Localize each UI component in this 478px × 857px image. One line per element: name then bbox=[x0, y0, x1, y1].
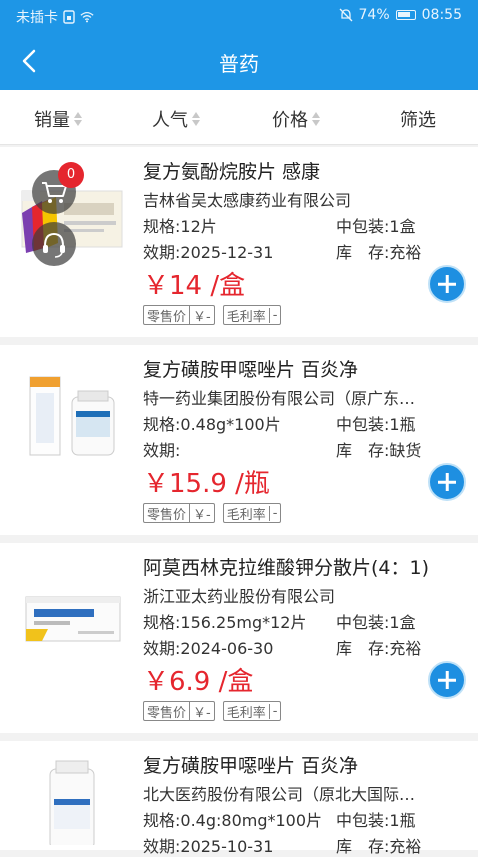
price-tags: 零售价 ￥- 毛利率 - bbox=[143, 305, 282, 325]
sort-bar: 销量 人气 价格 筛选 bbox=[0, 90, 478, 145]
mute-icon bbox=[339, 8, 352, 22]
product-price: ￥6.9 /盒 bbox=[143, 667, 254, 697]
product-card[interactable]: 复方磺胺甲噁唑片 百炎净 特一药业集团股份有限公司（原广东… 规格:0.48g*… bbox=[0, 345, 478, 535]
battery-icon bbox=[395, 10, 416, 20]
price-tags: 零售价 ￥- 毛利率 - bbox=[143, 503, 282, 523]
product-card[interactable]: 阿莫西林克拉维酸钾分散片(4：1) 浙江亚太药业股份有限公司 规格:156.25… bbox=[0, 543, 478, 733]
product-stock: 库 存:缺货 bbox=[336, 441, 422, 460]
retail-price-tag: 零售价 ￥- bbox=[143, 305, 215, 325]
product-pack: 中包装:1瓶 bbox=[336, 811, 416, 830]
product-name: 阿莫西林克拉维酸钾分散片(4：1) bbox=[143, 557, 430, 579]
sort-sales-label: 销量 bbox=[34, 110, 70, 131]
product-spec: 规格:12片 bbox=[143, 217, 217, 236]
product-stock: 库 存:充裕 bbox=[336, 837, 422, 856]
cart-count-badge: 0 bbox=[58, 162, 84, 188]
add-to-cart-button[interactable] bbox=[428, 661, 466, 699]
product-name: 复方氨酚烷胺片 感康 bbox=[143, 161, 321, 183]
product-image bbox=[29, 376, 115, 456]
customer-service-button[interactable] bbox=[32, 222, 76, 266]
sort-popularity-label: 人气 bbox=[152, 110, 188, 131]
product-name: 复方磺胺甲噁唑片 百炎净 bbox=[143, 755, 359, 777]
product-stock: 库 存:充裕 bbox=[336, 243, 422, 262]
product-stock: 库 存:充裕 bbox=[336, 639, 422, 658]
price-tags: 零售价 ￥- 毛利率 - bbox=[143, 701, 282, 721]
product-spec: 规格:156.25mg*12片 bbox=[143, 613, 307, 632]
sim-icon bbox=[63, 10, 75, 24]
product-price: ￥15.9 /瓶 bbox=[143, 469, 270, 499]
margin-tag: 毛利率 - bbox=[222, 305, 282, 325]
product-manufacturer: 北大医药股份有限公司（原北大国际… bbox=[143, 785, 416, 804]
retail-price-tag: 零售价 ￥- bbox=[143, 701, 215, 721]
margin-tag: 毛利率 - bbox=[222, 701, 282, 721]
sort-arrows-icon bbox=[192, 112, 200, 126]
product-spec: 规格:0.48g*100片 bbox=[143, 415, 281, 434]
product-manufacturer: 特一药业集团股份有限公司（原广东… bbox=[143, 389, 416, 408]
sort-price-label: 价格 bbox=[272, 110, 308, 131]
product-pack: 中包装:1盒 bbox=[336, 613, 416, 632]
page-title: 普药 bbox=[219, 52, 259, 76]
product-expiry: 效期:2025-12-31 bbox=[143, 243, 274, 262]
product-expiry: 效期:2024-06-30 bbox=[143, 639, 274, 658]
product-image bbox=[49, 760, 95, 845]
retail-price-tag: 零售价 ￥- bbox=[143, 503, 215, 523]
wifi-icon bbox=[80, 11, 94, 23]
product-image bbox=[25, 596, 121, 642]
nav-bar: 普药 bbox=[0, 32, 478, 90]
filter-button[interactable]: 筛选 bbox=[400, 106, 436, 132]
status-bar: 未插卡 74% 08:55 bbox=[0, 0, 478, 32]
carrier-text: 未插卡 bbox=[16, 10, 58, 26]
filter-label: 筛选 bbox=[400, 110, 436, 131]
product-spec: 规格:0.4g:80mg*100片 bbox=[143, 811, 323, 830]
headset-icon bbox=[43, 232, 65, 258]
sort-sales[interactable]: 销量 bbox=[34, 106, 82, 132]
sort-popularity[interactable]: 人气 bbox=[152, 106, 200, 132]
product-expiry: 效期: bbox=[143, 441, 181, 460]
margin-tag: 毛利率 - bbox=[222, 503, 282, 523]
product-expiry: 效期:2025-10-31 bbox=[143, 837, 274, 856]
product-manufacturer: 吉林省吴太感康药业有限公司 bbox=[143, 191, 352, 210]
product-card[interactable]: 复方磺胺甲噁唑片 百炎净 北大医药股份有限公司（原北大国际… 规格:0.4g:8… bbox=[0, 741, 478, 856]
product-name: 复方磺胺甲噁唑片 百炎净 bbox=[143, 359, 359, 381]
clock: 08:55 bbox=[421, 7, 462, 23]
product-pack: 中包装:1瓶 bbox=[336, 415, 416, 434]
add-to-cart-button[interactable] bbox=[428, 463, 466, 501]
sort-arrows-icon bbox=[74, 112, 82, 126]
product-pack: 中包装:1盒 bbox=[336, 217, 416, 236]
battery-percent: 74% bbox=[358, 7, 390, 23]
sort-price[interactable]: 价格 bbox=[272, 106, 320, 132]
product-manufacturer: 浙江亚太药业股份有限公司 bbox=[143, 587, 336, 606]
product-price: ￥14 /盒 bbox=[143, 271, 246, 301]
sort-arrows-icon bbox=[312, 112, 320, 126]
add-to-cart-button[interactable] bbox=[428, 265, 466, 303]
